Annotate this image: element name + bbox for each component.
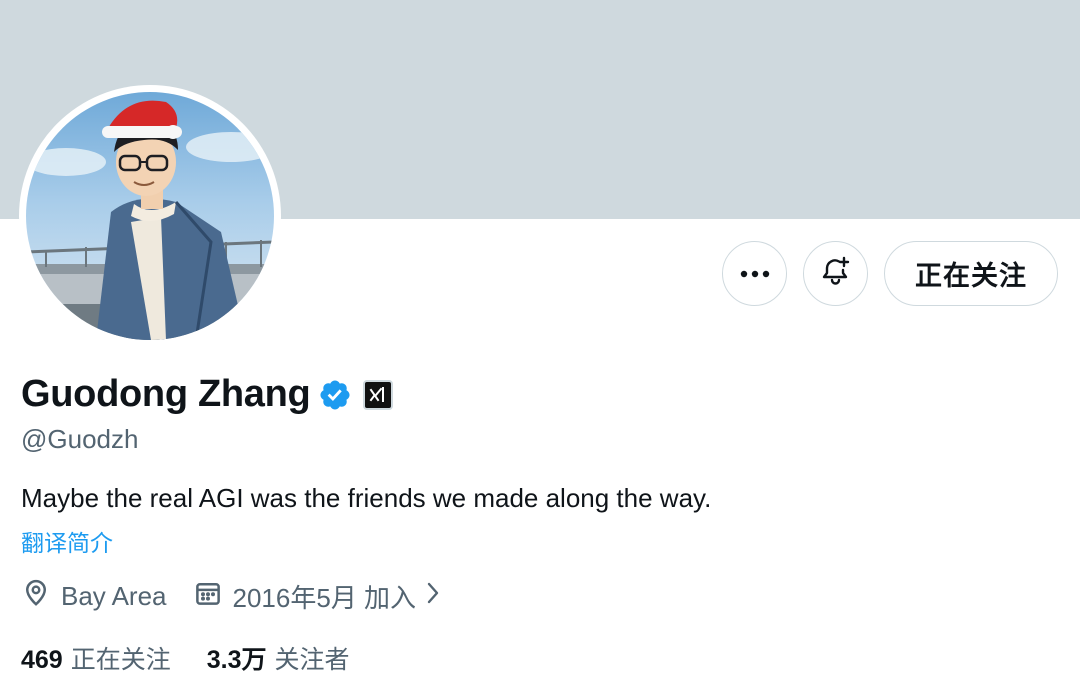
profile-meta: Bay Area 2016年5月 加入: [21, 578, 452, 615]
ellipsis-icon: [740, 265, 770, 283]
translate-bio-link[interactable]: 翻译简介: [21, 524, 113, 558]
avatar-image: [26, 92, 274, 340]
chevron-right-icon: [424, 580, 452, 613]
followers-label: 关注者: [274, 646, 350, 674]
display-name: Guodong Zhang: [21, 373, 311, 415]
join-date-item[interactable]: 2016年5月 加入: [193, 578, 453, 615]
following-count: 469: [21, 646, 63, 674]
following-label: 正在关注: [70, 646, 171, 674]
calendar-icon: [193, 578, 233, 615]
location-text: Bay Area: [61, 581, 167, 611]
notifications-button[interactable]: [803, 241, 868, 306]
followers-count: 3.3万: [206, 646, 267, 674]
following-button[interactable]: 正在关注: [884, 241, 1058, 306]
location-item: Bay Area: [21, 578, 167, 615]
following-stat[interactable]: 469 正在关注: [21, 640, 171, 676]
name-row: Guodong Zhang: [21, 373, 394, 416]
join-date-text: 2016年5月 加入: [232, 583, 417, 613]
profile-bio: Maybe the real AGI was the friends we ma…: [21, 483, 712, 513]
profile-actions: 正在关注: [722, 241, 1058, 306]
more-button[interactable]: [722, 241, 787, 306]
user-handle: @Guodzh: [21, 424, 139, 454]
profile-stats: 469 正在关注 3.3万 关注者: [21, 640, 350, 676]
location-pin-icon: [21, 578, 61, 615]
following-button-label: 正在关注: [915, 261, 1027, 291]
followers-stat[interactable]: 3.3万 关注者: [207, 640, 350, 676]
avatar[interactable]: [19, 85, 281, 347]
xai-logo-icon[interactable]: [363, 379, 394, 410]
bell-plus-icon: [820, 255, 852, 292]
verified-badge-icon[interactable]: [318, 378, 352, 412]
